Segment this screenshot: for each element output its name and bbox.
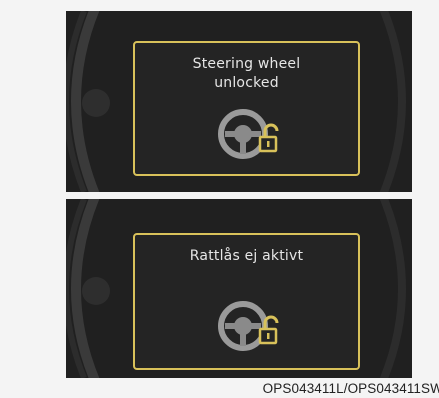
message-line: unlocked	[214, 75, 279, 91]
message-text: Steering wheel unlocked	[135, 55, 358, 93]
message-line: Steering wheel	[192, 56, 301, 72]
steering-wheel-unlocked-icon	[218, 109, 279, 159]
message-frame: Rattlås ej aktivt	[133, 233, 360, 370]
cluster-display-top: Steering wheel unlocked	[66, 11, 412, 192]
figure-caption: OPS043411L/OPS043411SW	[262, 381, 439, 396]
steering-wheel-unlocked-icon	[218, 301, 279, 351]
figure: Steering wheel unlocked Rattlås ej aktiv…	[0, 0, 439, 398]
cluster-display-bottom: Rattlås ej aktivt	[66, 199, 412, 378]
message-line: Rattlås ej aktivt	[189, 248, 304, 264]
message-text: Rattlås ej aktivt	[135, 247, 358, 266]
message-frame: Steering wheel unlocked	[133, 41, 360, 176]
